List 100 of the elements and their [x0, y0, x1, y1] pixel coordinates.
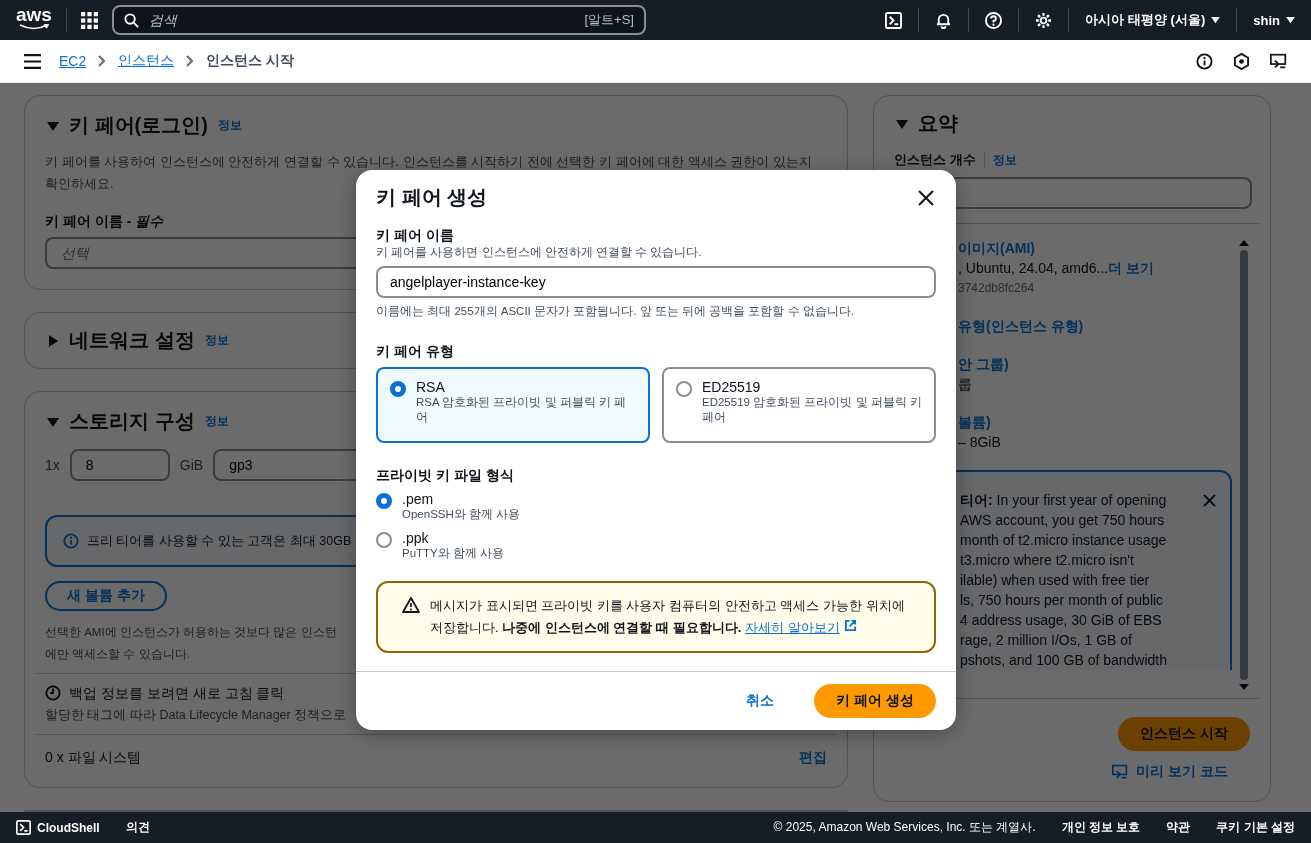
info-icon: [63, 533, 79, 549]
warning-message: 메시지가 표시되면 프라이빗 키를 사용자 컴퓨터의 안전하고 액세스 가능한 위치에 저장합니다. 나중에 인스턴스에 연결할 때 필요합니다. 자세히 알아보기: [430, 597, 906, 637]
caret-down-icon: [1211, 16, 1221, 24]
free-tier-text: 티어: In your first year of opening: [960, 490, 1168, 510]
option-label: ED25519: [702, 379, 762, 395]
section-title[interactable]: 네트워크 설정: [69, 327, 195, 354]
caret-down-icon[interactable]: [896, 117, 908, 130]
info-link[interactable]: 정보: [217, 117, 242, 134]
field-label: 프라이빗 키 파일 형식: [376, 467, 515, 485]
free-tier-text: ilable) when used with free tier: [960, 570, 1151, 590]
user-menu[interactable]: shin: [1253, 12, 1295, 28]
footer-link[interactable]: 약관: [1166, 819, 1191, 836]
create-key-pair-button[interactable]: 키 페어 생성: [814, 684, 936, 718]
free-tier-text: rage, 2 million I/Os, 1 GB of: [960, 630, 1133, 650]
option-description: PuTTY와 함께 사용: [402, 546, 505, 561]
region-selector[interactable]: 아시아 태평양 (서울): [1085, 11, 1221, 29]
notice-text: 선택한 AMI에 인스턴스가 허용하는 것보다 많은 인스턴: [45, 625, 337, 640]
copyright-text: © 2025, Amazon Web Services, Inc. 또는 계열사.: [773, 819, 1036, 836]
key-pair-name-field[interactable]: angelplayer-instance-key: [376, 266, 936, 298]
radio-button[interactable]: [376, 493, 392, 509]
info-link[interactable]: 정보: [204, 332, 229, 349]
backup-description: 할당한 태그에 따라 Data Lifecycle Manager 정책으로: [45, 707, 347, 724]
notification-bell-icon[interactable]: [935, 11, 953, 29]
info-icon[interactable]: [1196, 52, 1213, 70]
summary-subtext: 3742db8fc264: [958, 279, 1035, 297]
breadcrumb-link[interactable]: 인스턴스: [118, 52, 175, 70]
field-hint: 이름에는 최대 255개의 ASCII 문자가 포함됩니다. 앞 또는 뒤에 공백을 포함할 수 없습니다.: [376, 304, 855, 319]
section-title[interactable]: 키 페어(로그인): [69, 112, 208, 139]
search-input[interactable]: 검색: [146, 11, 577, 29]
screen-icon[interactable]: [1270, 52, 1287, 70]
radio-button[interactable]: [390, 381, 406, 397]
field-label: 인스턴스 개수: [894, 151, 976, 169]
settings-icon[interactable]: [1035, 11, 1053, 29]
free-tier-text: AWS account, you get 750 hours: [960, 510, 1166, 530]
footer-link[interactable]: 쿠키 기본 설정: [1216, 819, 1295, 836]
option-description: OpenSSH와 함께 사용: [402, 507, 521, 522]
radio-button[interactable]: [376, 532, 392, 548]
notice-text: 에만 액세스할 수 있습니다.: [45, 647, 190, 662]
key-type-tile[interactable]: ED25519 ED25519 암호화된 프라이빗 및 퍼블릭 키 페어: [662, 367, 936, 443]
unit-label: GiB: [179, 457, 204, 473]
caret-down-icon: [1286, 16, 1295, 24]
terminal-icon[interactable]: [885, 11, 903, 29]
free-tier-text: 4 address usage, 30 GiB of EBS: [960, 610, 1163, 630]
screen-icon: [1112, 764, 1129, 780]
option-description: ED25519 암호화된 프라이빗 및 퍼블릭 키 페어: [702, 395, 922, 425]
field-label: 키 페어 이름 - 필수: [45, 213, 165, 231]
add-volume-button[interactable]: 새 볼륨 추가: [45, 581, 167, 611]
menu-icon[interactable]: [24, 52, 41, 70]
alert-text: 프리 티어를 사용할 수 있는 고객은 최대 30GB: [87, 532, 352, 550]
hexagon-icon[interactable]: [1233, 52, 1250, 70]
option-label: .pem: [402, 491, 435, 507]
more-link[interactable]: 더 보기: [1108, 259, 1155, 276]
warning-icon: [402, 597, 420, 613]
scroll-up-icon[interactable]: [1239, 239, 1249, 246]
cancel-button[interactable]: 취소: [726, 684, 795, 718]
breadcrumb-current: 인스턴스 시작: [206, 52, 295, 70]
backup-title: 백업 정보를 보려면 새로 고침 클릭: [69, 684, 285, 703]
shortcut-hint: [알트+S]: [584, 11, 634, 29]
caret-right-icon[interactable]: [47, 334, 59, 347]
key-type-tile[interactable]: RSA RSA 암호화된 프라이빗 및 퍼블릭 키 페어: [376, 367, 650, 443]
summary-heading-link[interactable]: 유형(인스턴스 유형): [958, 315, 1084, 336]
info-link[interactable]: 정보: [204, 413, 229, 430]
terminal-icon: [16, 820, 31, 835]
edit-link[interactable]: 편집: [799, 749, 827, 767]
option-label: .ppk: [402, 530, 430, 546]
clock-icon: [45, 685, 61, 701]
launch-instance-button[interactable]: 인스턴스 시작: [1118, 717, 1250, 751]
feedback-link[interactable]: 의견: [125, 819, 150, 836]
search-field[interactable]: 검색 [알트+S]: [111, 5, 646, 35]
grid-menu-icon[interactable]: [80, 11, 98, 29]
field-label: 키 페어 유형: [376, 343, 455, 361]
caret-down-icon[interactable]: [47, 119, 59, 132]
free-tier-text: pshots, and 100 GB of bandwidth: [960, 650, 1168, 670]
scroll-down-icon[interactable]: [1239, 684, 1249, 690]
info-link[interactable]: 정보: [992, 151, 1017, 169]
help-icon[interactable]: [985, 11, 1003, 29]
size-field[interactable]: 8: [69, 449, 170, 481]
preview-code-link[interactable]: 미리 보기 코드: [1112, 763, 1228, 781]
cloudshell-link[interactable]: CloudShell: [16, 820, 100, 835]
summary-heading-link[interactable]: 안 그룹): [958, 353, 1009, 374]
external-link-icon: [843, 619, 857, 632]
summary-heading-link[interactable]: 볼륨): [958, 411, 991, 432]
section-title[interactable]: 스토리지 구성: [69, 408, 195, 435]
summary-value: – 8GiB: [958, 433, 1001, 450]
option-label: RSA: [416, 379, 446, 395]
summary-heading-link[interactable]: 이미지(AMI): [958, 237, 1035, 258]
breadcrumb-link[interactable]: EC2: [59, 53, 87, 69]
aws-logo[interactable]: aws: [16, 4, 52, 36]
summary-value: , Ubuntu, 24.04, amd6...: [958, 259, 1109, 276]
footer-link[interactable]: 개인 정보 보호: [1061, 819, 1141, 836]
radio-button[interactable]: [676, 381, 692, 397]
summary-value: 룹: [958, 375, 972, 392]
close-icon[interactable]: [918, 189, 934, 206]
free-tier-text: month of t2.micro instance usage: [960, 530, 1168, 550]
chevron-right-icon: [186, 55, 195, 67]
file-systems-count: 0 x 파일 시스템: [45, 749, 142, 767]
volume-count: 1x: [45, 457, 60, 473]
summary-title[interactable]: 요약: [918, 110, 958, 137]
learn-more-link[interactable]: 자세히 알아보기: [744, 620, 857, 635]
caret-down-icon[interactable]: [47, 415, 59, 428]
